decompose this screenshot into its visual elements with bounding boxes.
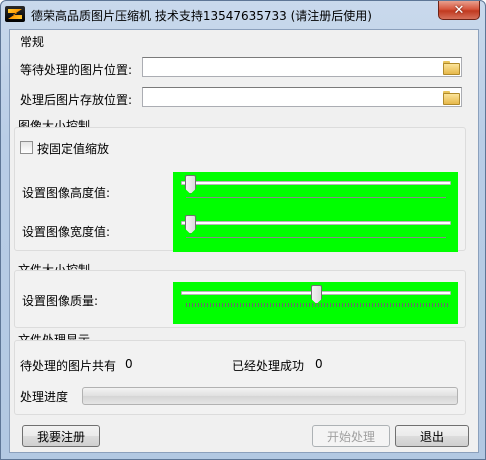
height-slider-ticks [186,194,446,198]
progress-bar [82,387,458,405]
client-area: 常规 等待处理的图片位置: 处理后图片存放位置: 图像大小控制 按固定值缩放 设… [9,29,479,453]
height-label: 设置图像高度值: [22,186,111,200]
app-window: 德荣高品质图片压缩机 技术支持13547635733 (请注册后使用) ✕ 常规… [0,0,486,460]
register-button[interactable]: 我要注册 [22,425,100,447]
source-path-input[interactable] [142,57,462,77]
width-label: 设置图像宽度值: [22,225,111,239]
done-count-value: 0 [315,357,323,371]
progress-label: 处理进度 [20,390,69,404]
exit-button[interactable]: 退出 [395,425,469,447]
done-count-label: 已经处理成功 [232,359,305,373]
general-group-title: 常规 [20,35,45,49]
height-slider-track[interactable] [181,181,451,185]
fixed-scale-checkbox[interactable] [20,141,33,154]
window-title: 德荣高品质图片压缩机 技术支持13547635733 (请注册后使用) [31,9,372,23]
close-button[interactable]: ✕ [438,1,480,20]
output-browse-folder-icon[interactable] [443,91,460,105]
quality-slider-thumb[interactable] [311,285,322,304]
width-slider-track[interactable] [181,221,451,225]
source-path-label: 等待处理的图片位置: [20,63,133,77]
output-path-label: 处理后图片存放位置: [20,93,133,107]
quality-slider-ticks [186,303,448,307]
height-slider-thumb[interactable] [185,175,196,194]
output-path-input[interactable] [142,87,462,107]
quality-label: 设置图像质量: [22,294,99,308]
pending-count-label: 待处理的图片共有 [20,359,117,373]
image-size-slider-panel [173,172,458,252]
close-icon: ✕ [453,2,465,18]
source-browse-folder-icon[interactable] [443,61,460,75]
pending-count-value: 0 [125,357,133,371]
app-logo-icon [5,6,25,22]
fixed-scale-label: 按固定值缩放 [37,142,110,156]
width-slider-ticks [186,234,446,238]
start-processing-button[interactable]: 开始处理 [312,425,390,447]
title-bar[interactable]: 德荣高品质图片压缩机 技术支持13547635733 (请注册后使用) ✕ [1,1,485,28]
width-slider-thumb[interactable] [185,215,196,234]
quality-slider-panel [173,282,458,324]
